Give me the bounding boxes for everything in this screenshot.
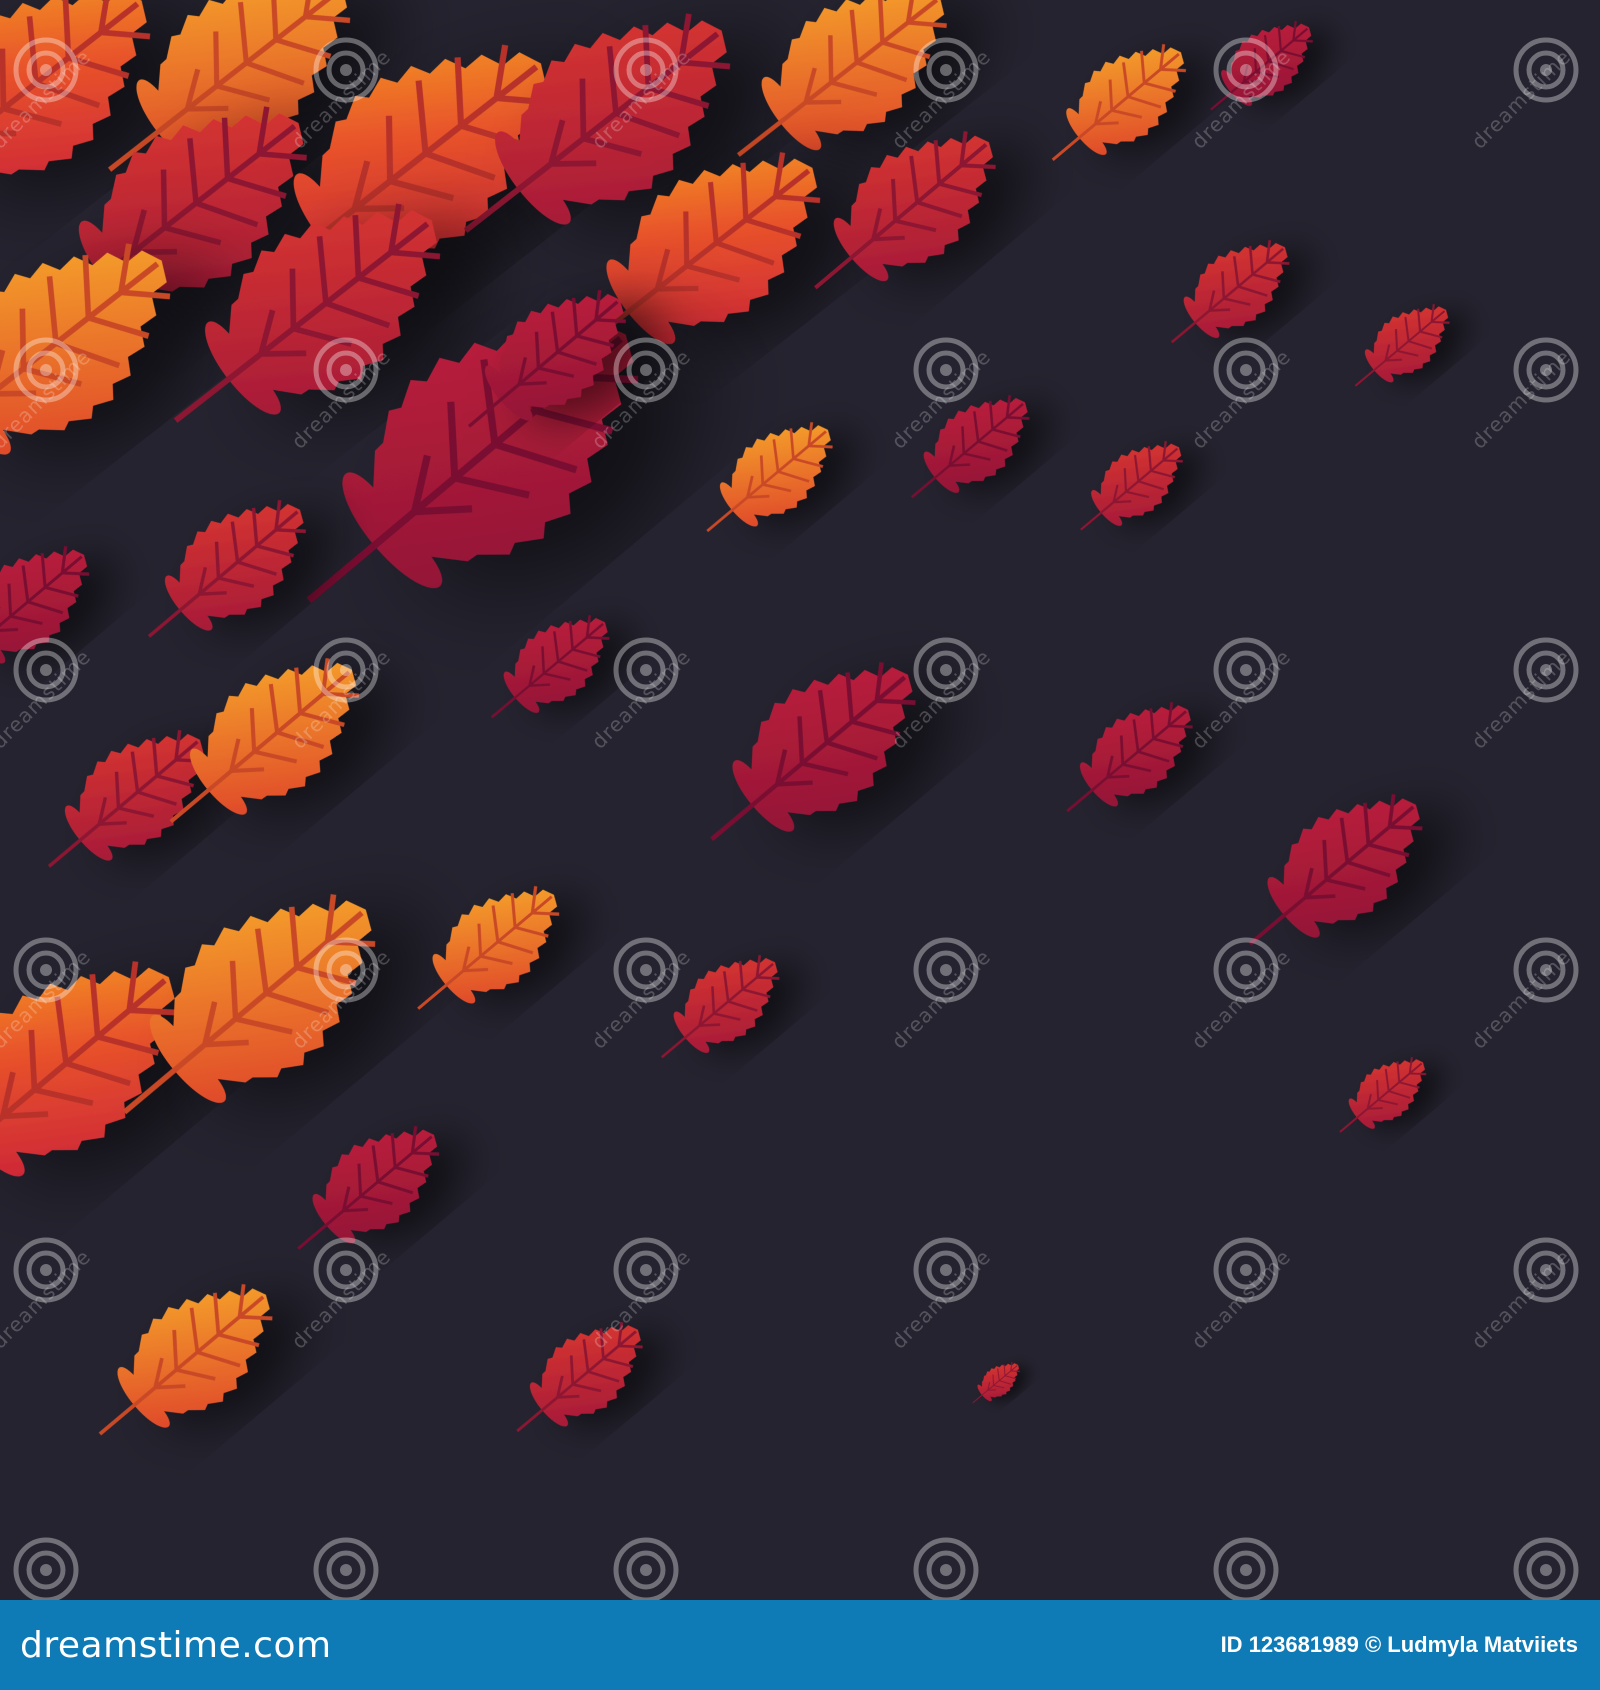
autumn-leaf: [1339, 1057, 1427, 1133]
spiral-watermark-icon: [913, 1537, 979, 1600]
copyright-symbol: ©: [1364, 1632, 1382, 1657]
autumn-leaf: [297, 1126, 440, 1250]
image-credit: ID 123681989 © Ludmyla Matviiets: [1221, 1632, 1578, 1658]
dreamstime-watermark-text: dreamstime: [1187, 945, 1296, 1054]
spiral-watermark-icon: [613, 1537, 679, 1600]
dreamstime-watermark-text: dreamstime: [587, 1245, 696, 1354]
autumn-leaf: [910, 395, 1030, 499]
dreamstime-watermark-text: dreamstime: [587, 945, 696, 1054]
author-name: Ludmyla Matviiets: [1387, 1632, 1578, 1657]
autumn-leaf: [1080, 441, 1183, 531]
autumn-leaf: [1051, 44, 1186, 161]
autumn-leaf: [98, 1284, 273, 1436]
dreamstime-watermark-text: dreamstime: [287, 1245, 396, 1354]
dreamstime-watermark-text: dreamstime: [587, 645, 696, 754]
spiral-watermark-icon: [1213, 1537, 1279, 1600]
dreamstime-watermark-text: dreamstime: [0, 1245, 96, 1354]
autumn-leaves-illustration: dreamstime dreamstime dreamstime dreamstime…: [0, 0, 1600, 1600]
autumn-leaf: [516, 1322, 643, 1433]
dreamstime-watermark-text: dreamstime: [1187, 1245, 1296, 1354]
autumn-leaf: [417, 886, 560, 1010]
leaves-canvas: dreamstime dreamstime dreamstime dreamstime…: [0, 0, 1579, 1600]
spiral-watermark-icon: [313, 1537, 379, 1600]
autumn-leaf: [1354, 304, 1450, 387]
autumn-leaf: [47, 730, 206, 868]
id-number: 123681989: [1248, 1632, 1359, 1657]
dreamstime-watermark-text: dreamstime: [1187, 345, 1296, 454]
id-label: ID: [1220, 1632, 1243, 1657]
dreamstime-logo-text[interactable]: dreamstime.com: [20, 1625, 332, 1666]
dreamstime-watermark-text: dreamstime: [887, 945, 996, 1054]
autumn-leaf: [147, 500, 306, 638]
stock-footer-bar: dreamstime.com ID 123681989 © Ludmyla Ma…: [0, 1600, 1600, 1690]
dreamstime-watermark-text: dreamstime: [887, 1245, 996, 1354]
dreamstime-watermark-text: dreamstime: [0, 645, 96, 754]
autumn-leaf: [1066, 702, 1193, 813]
autumn-leaf: [706, 422, 833, 533]
spiral-watermark-icon: [13, 1537, 79, 1600]
autumn-leaf: [972, 1362, 1020, 1404]
dreamstime-watermark-text: dreamstime: [1187, 645, 1296, 754]
spiral-watermark-icon: [1513, 1537, 1579, 1600]
autumn-leaf: [710, 662, 916, 841]
autumn-leaf: [660, 955, 780, 1059]
